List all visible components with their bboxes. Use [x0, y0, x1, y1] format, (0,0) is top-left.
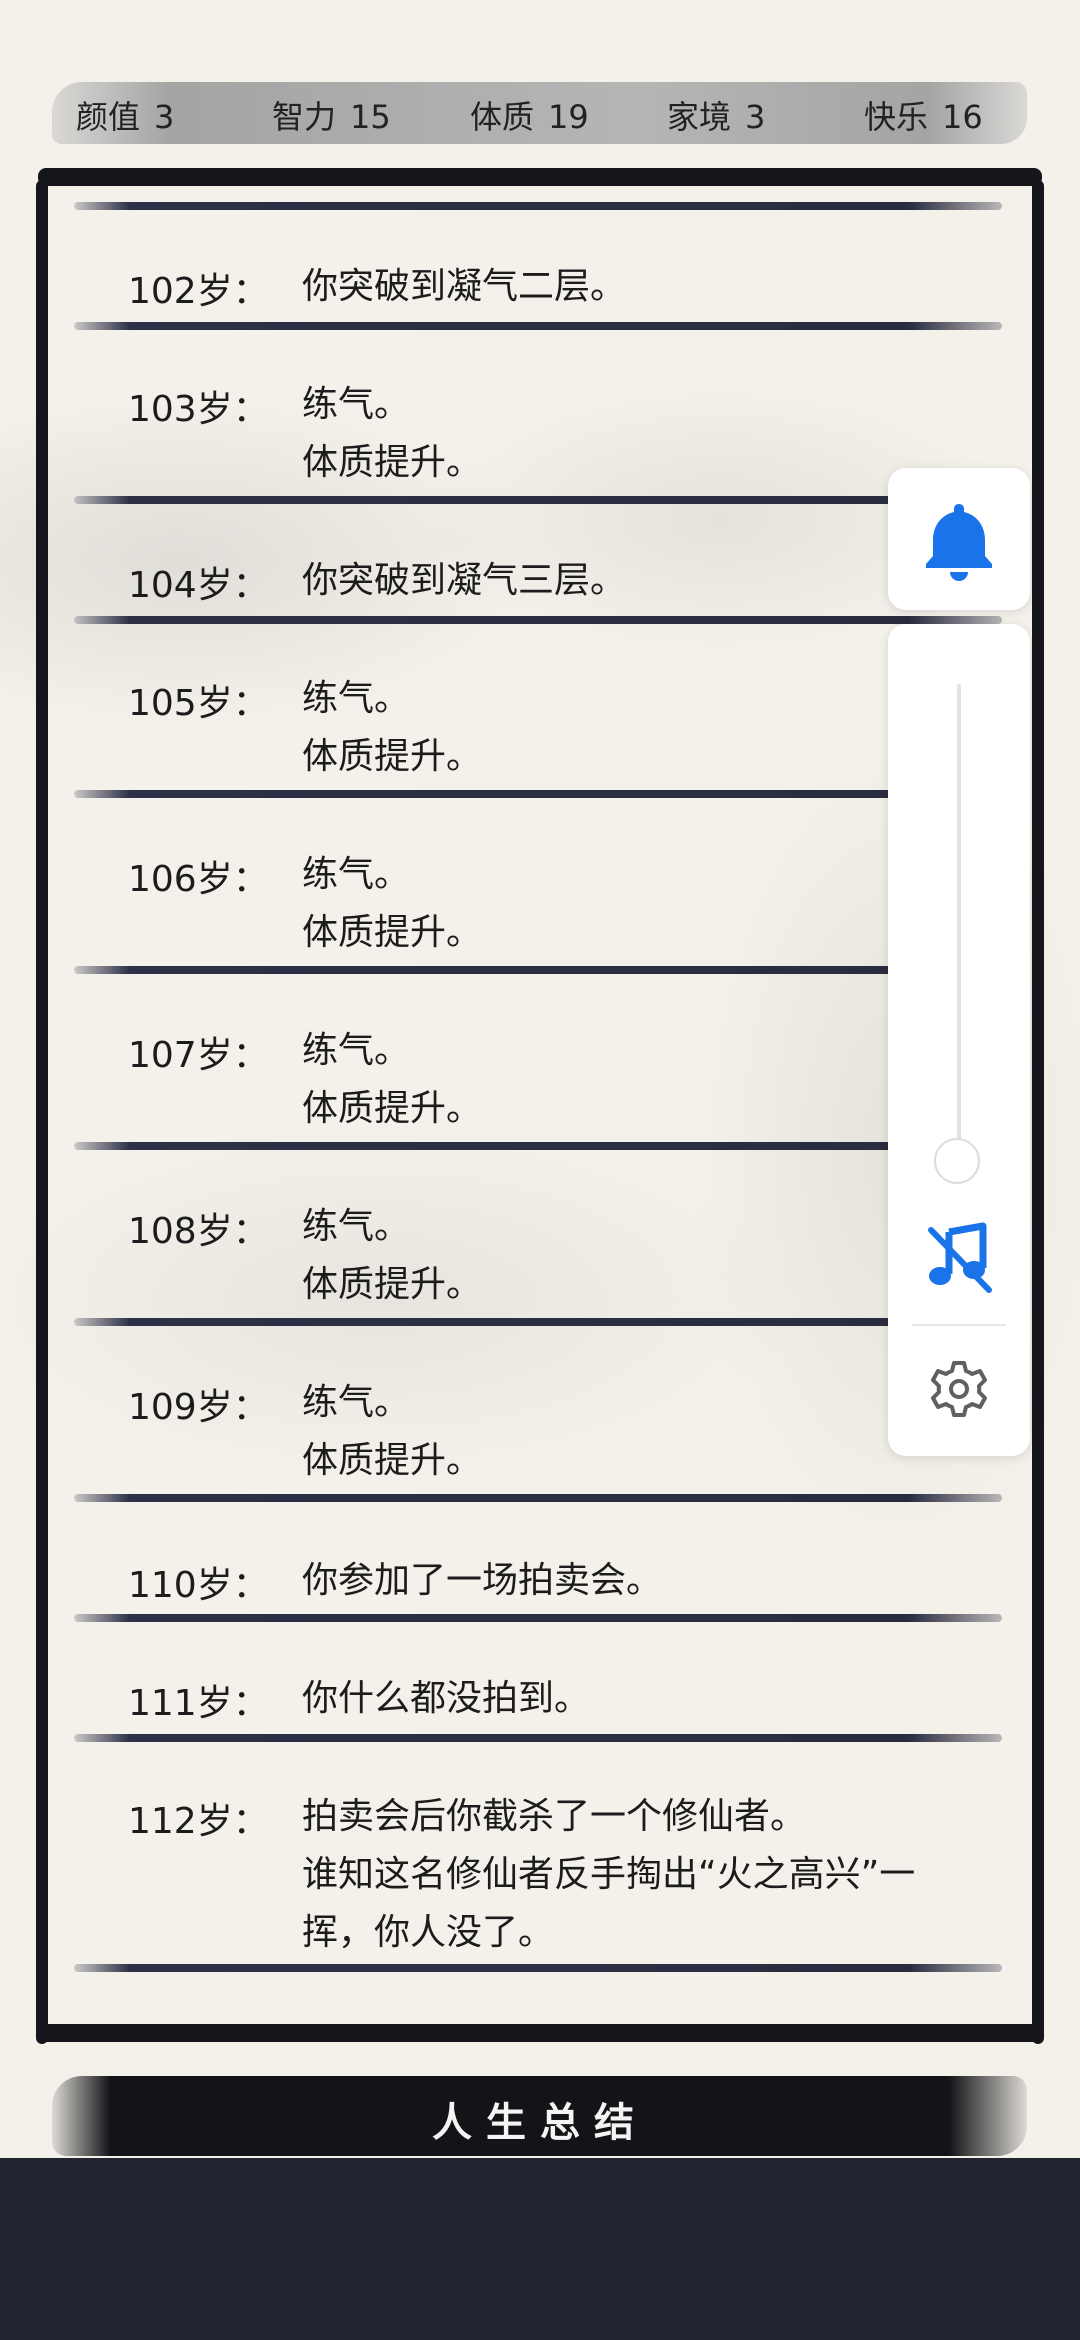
separator: [74, 202, 1002, 210]
system-nav-bar: [0, 2158, 1080, 2340]
game-screen: 颜值 3 智力 15 体质 19 家境 3 快乐 16 102岁： 你突破到凝气二层。 1…: [0, 0, 1080, 2158]
frame-top: [38, 168, 1042, 186]
stat-label: 颜值: [76, 98, 141, 136]
event-age: 107岁：: [128, 1035, 269, 1076]
frame-bottom: [38, 2024, 1042, 2042]
stat-label: 家境: [667, 98, 732, 136]
frame-left: [36, 180, 48, 2044]
stat-family: 家境 3: [667, 92, 765, 138]
event-age: 103岁：: [128, 389, 269, 430]
music-toggle-button[interactable]: [919, 1218, 999, 1298]
separator: [74, 1614, 1002, 1622]
event-age: 106岁：: [128, 859, 269, 900]
separator: [74, 1494, 1002, 1502]
separator: [74, 322, 1002, 330]
event-text: 你突破到凝气二层。: [302, 266, 627, 307]
stat-value: 16: [942, 98, 983, 136]
stat-value: 3: [154, 98, 175, 136]
stat-label: 体质: [470, 98, 535, 136]
gear-icon: [931, 1361, 987, 1417]
stat-appearance: 颜值 3: [76, 92, 174, 138]
volume-panel: [888, 624, 1030, 1456]
event-age: 104岁：: [128, 565, 269, 606]
event-age: 102岁：: [128, 271, 269, 312]
stat-value: 19: [548, 98, 589, 136]
event-text: 练气。 体质提升。: [302, 384, 483, 483]
separator: [74, 616, 1002, 624]
volume-slider-thumb[interactable]: [934, 1138, 980, 1184]
event-text: 练气。 体质提升。: [302, 1030, 483, 1129]
event-age: 110岁：: [128, 1565, 269, 1606]
event-text: 练气。 体质提升。: [302, 1206, 483, 1305]
event-text: 拍卖会后你截杀了一个修仙者。 谁知这名修仙者反手掏出“火之高兴”一 挥，你人没了。: [302, 1796, 916, 1953]
separator: [74, 1142, 1002, 1150]
event-age: 112岁：: [128, 1801, 269, 1842]
volume-track[interactable]: [957, 684, 961, 1164]
panel-divider: [912, 1324, 1006, 1326]
frame-right: [1032, 180, 1044, 2044]
separator: [74, 1964, 1002, 1972]
event-text: 你突破到凝气三层。: [302, 560, 627, 601]
event-age: 111岁：: [128, 1683, 269, 1724]
notification-button[interactable]: [888, 468, 1030, 610]
event-text: 练气。 体质提升。: [302, 678, 483, 777]
event-text: 练气。 体质提升。: [302, 854, 483, 953]
event-age: 109岁：: [128, 1387, 269, 1428]
stat-value: 3: [745, 98, 766, 136]
bell-icon: [926, 504, 992, 581]
separator: [74, 966, 1002, 974]
separator: [74, 790, 1002, 798]
separator: [74, 1318, 1002, 1326]
stat-intelligence: 智力 15: [272, 92, 391, 138]
stat-value: 15: [350, 98, 391, 136]
stat-happiness: 快乐 16: [864, 92, 983, 138]
settings-button[interactable]: [927, 1357, 991, 1421]
event-age: 105岁：: [128, 683, 269, 724]
event-age: 108岁：: [128, 1211, 269, 1252]
life-summary-label: 人生总结: [432, 2099, 648, 2146]
event-text: 练气。 体质提升。: [302, 1382, 483, 1481]
event-text: 你什么都没拍到。: [302, 1678, 591, 1719]
music-off-icon: [928, 1222, 992, 1293]
stat-label: 智力: [272, 98, 337, 136]
stat-label: 快乐: [864, 98, 929, 136]
separator: [74, 1734, 1002, 1742]
event-text: 你参加了一场拍卖会。: [302, 1560, 663, 1601]
stat-constitution: 体质 19: [470, 92, 589, 138]
separator: [74, 496, 1002, 504]
